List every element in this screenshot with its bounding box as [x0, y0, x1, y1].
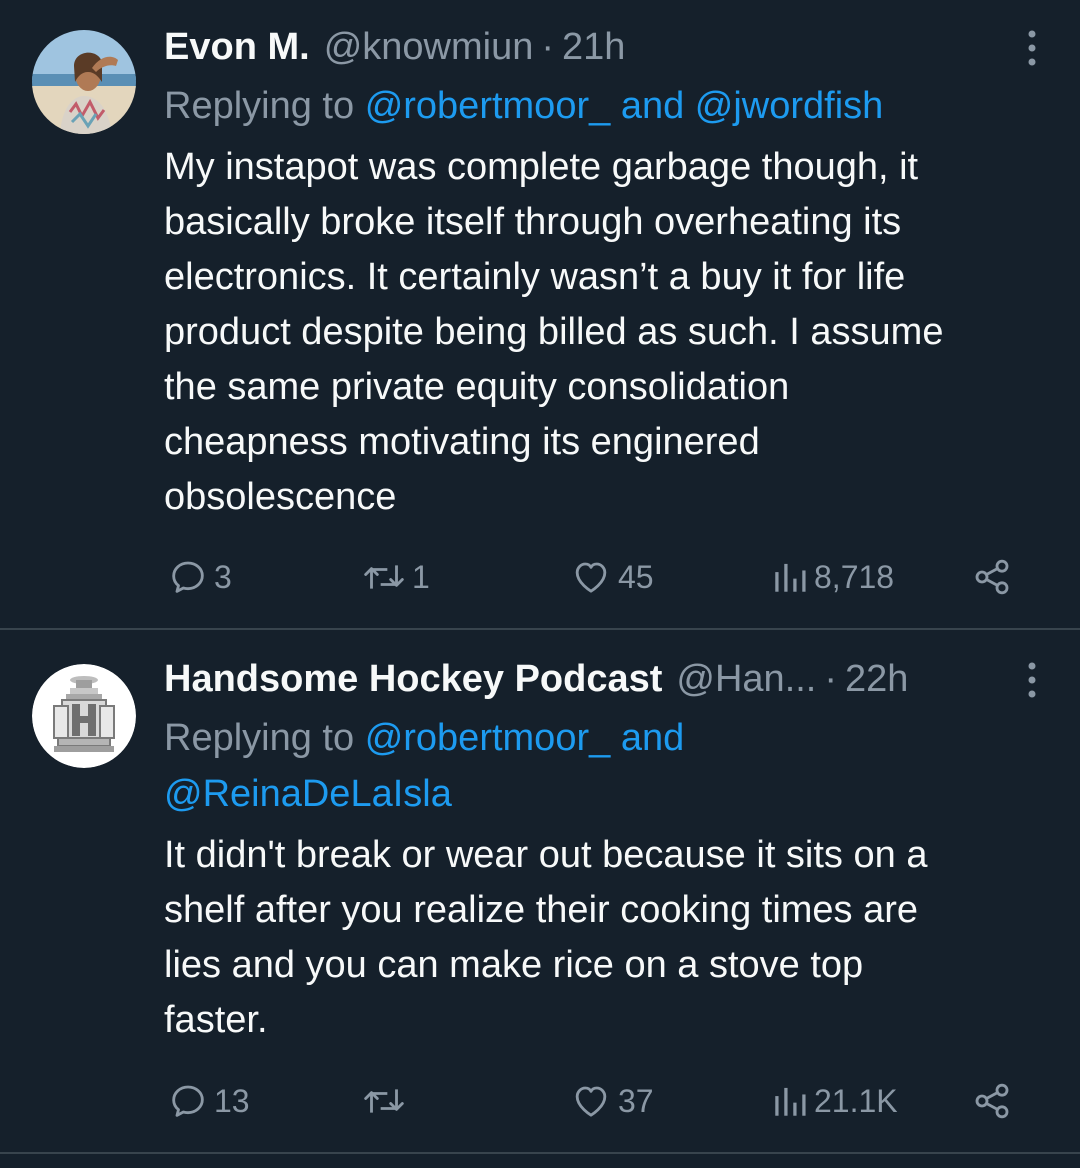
share-button[interactable]: [972, 552, 1012, 602]
share-button[interactable]: [972, 1076, 1012, 1126]
like-icon: [575, 1086, 607, 1117]
tweet[interactable]: Handsome Hockey Podcast @Han... · 22h Re…: [0, 628, 1080, 1154]
replying-to-label: Replying to: [164, 717, 355, 759]
like-count: 45: [618, 558, 654, 595]
views-count: 8,718: [814, 558, 895, 595]
reply-icon: [172, 1085, 204, 1117]
display-name[interactable]: Evon M.: [164, 26, 310, 69]
reply-count: 13: [214, 1082, 250, 1119]
replying-to: Replying to @robertmoor_ and @jwordfish: [164, 78, 1040, 134]
mention-and[interactable]: and: [621, 717, 684, 759]
action-bar: 13 37 21.1K: [0, 1076, 1080, 1126]
mention-and[interactable]: and: [621, 85, 684, 127]
tweet[interactable]: Evon M. @knowmiun · 21h Replying to @rob…: [0, 0, 1080, 628]
views-button[interactable]: 21.1K: [772, 1076, 898, 1126]
avatar[interactable]: [32, 30, 136, 134]
reply-count: 3: [214, 558, 232, 595]
separator-dot: ·: [824, 657, 838, 700]
tweet-header: Evon M. @knowmiun · 21h: [164, 22, 984, 72]
views-icon: [775, 563, 806, 592]
mention-link[interactable]: @robertmoor_: [365, 717, 611, 759]
avatar[interactable]: [32, 664, 136, 768]
divider: [0, 1152, 1080, 1154]
mention-link[interactable]: @robertmoor_: [365, 85, 611, 127]
like-icon: [575, 562, 607, 593]
mention-link[interactable]: @jwordfish: [695, 85, 884, 127]
mention-link[interactable]: @ReinaDeLaIsla: [164, 773, 452, 815]
repost-button[interactable]: 1: [362, 552, 430, 602]
repost-icon: [364, 565, 404, 589]
separator-dot: ·: [541, 25, 554, 68]
views-icon: [775, 1087, 806, 1116]
tweet-header: Handsome Hockey Podcast @Han... · 22h: [164, 654, 984, 704]
views-button[interactable]: 8,718: [772, 552, 894, 602]
timestamp[interactable]: 21h: [562, 26, 625, 69]
repost-button[interactable]: [362, 1076, 412, 1126]
more-icon[interactable]: [1022, 660, 1042, 700]
share-icon: [975, 1083, 1009, 1119]
timestamp[interactable]: 22h: [845, 658, 908, 701]
replying-to-label: Replying to: [164, 85, 355, 127]
more-icon[interactable]: [1022, 28, 1042, 68]
repost-count: 1: [412, 558, 430, 595]
reply-icon: [172, 561, 204, 593]
share-icon: [975, 559, 1009, 595]
tweet-text: It didn't break or wear out because it s…: [164, 834, 928, 1041]
like-button[interactable]: 37: [570, 1076, 654, 1126]
reply-button[interactable]: 3: [168, 552, 232, 602]
handle[interactable]: @knowmiun: [324, 26, 534, 69]
repost-icon: [364, 1089, 404, 1113]
action-bar: 3 1 45 8,718: [0, 552, 1080, 602]
tweet-text: My instapot was complete garbage though,…: [164, 146, 944, 518]
like-count: 37: [618, 1082, 654, 1119]
display-name[interactable]: Handsome Hockey Podcast: [164, 658, 662, 701]
replying-to: Replying to @robertmoor_ and @ReinaDeLaI…: [164, 710, 1040, 822]
reply-button[interactable]: 13: [168, 1076, 250, 1126]
beach-portrait-avatar-icon: [32, 30, 136, 134]
like-button[interactable]: 45: [570, 552, 654, 602]
views-count: 21.1K: [814, 1082, 898, 1119]
hockey-trophy-h-logo-icon: [32, 664, 136, 768]
handle[interactable]: @Han...: [676, 658, 816, 701]
